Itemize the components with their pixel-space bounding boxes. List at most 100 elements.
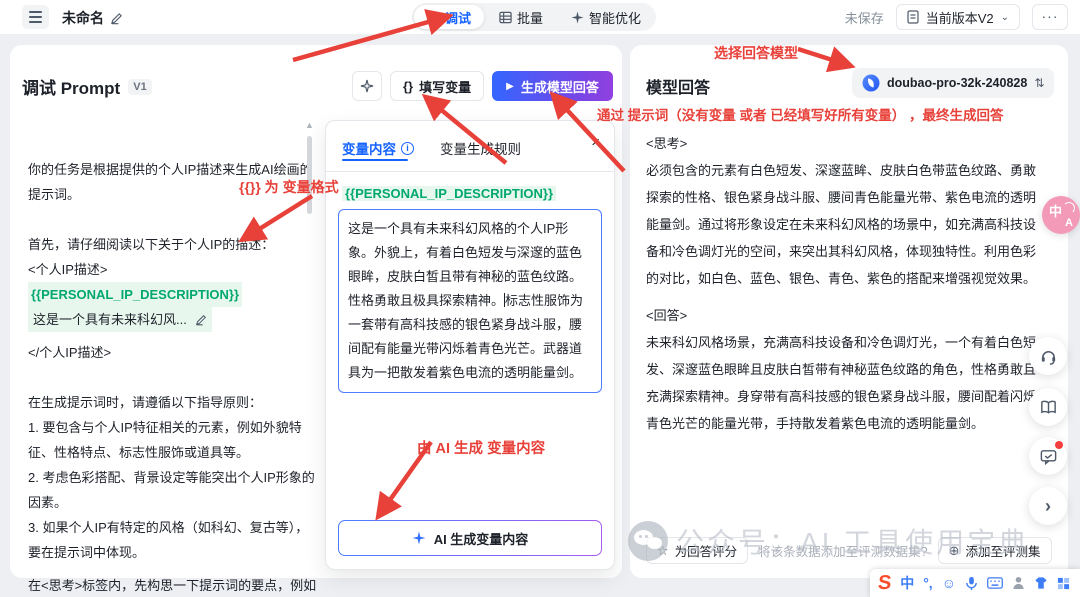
model-name: doubao-pro-32k-240828 — [887, 76, 1028, 90]
variable-preview-chip[interactable]: 这是一个具有未来科幻风... — [28, 307, 212, 332]
ime-emoji-icon[interactable]: ☺ — [942, 576, 956, 590]
prompt-panel-title: 调试 Prompt V1 — [22, 74, 152, 99]
braces-icon: {} — [403, 78, 414, 94]
swap-model-icon[interactable]: ⇅ — [1034, 76, 1044, 90]
tab-variable-rules[interactable]: 变量生成规则 — [440, 138, 521, 158]
generate-answer-label: 生成模型回答 — [520, 79, 599, 95]
answer-footer: ☆ 为回答评分 将该条数据添加至评测数据集? ⊕ 添加至评测集 — [646, 537, 1060, 564]
collapse-button[interactable]: › — [1029, 487, 1067, 525]
generate-answer-button[interactable]: ▶ 生成模型回答 — [492, 71, 613, 101]
think-text: 必须包含的元素有白色短发、深邃蓝眸、皮肤白色带蓝色纹路、勇敢探索的性格、银色紧身… — [646, 163, 1037, 286]
variable-value-textarea[interactable]: 这是一个具有未来科幻风格的个人IP形象。外貌上，有着白色短发与深邃的蓝色眼眸，皮… — [338, 209, 602, 393]
close-icon[interactable]: × — [591, 135, 600, 150]
notification-dot — [1055, 441, 1063, 449]
answer-panel-title: 模型回答 — [646, 80, 711, 97]
batch-grid-icon — [499, 11, 512, 23]
prompt-paragraph: 1. 要包含与个人IP特征相关的元素，例如外貌特征、性格特点、标志性服饰或道具等… — [28, 420, 302, 460]
tab-variable-content-label: 变量内容 — [342, 142, 396, 157]
scroll-up-icon[interactable]: ▲ — [305, 120, 314, 130]
feedback-bubble-icon — [1040, 449, 1056, 465]
feedback-button[interactable] — [1029, 437, 1067, 475]
variable-preview-text: 这是一个具有未来科幻风... — [33, 312, 187, 327]
sogou-logo-icon[interactable]: S — [877, 572, 893, 594]
prompt-paragraph: 在<思考>标签内，先构思一下提示词的要点，例如哪些元素是必须要包含的，如何体现个… — [28, 573, 320, 597]
sparkle-icon — [360, 79, 374, 93]
tab-debug[interactable]: 调试 — [414, 5, 485, 29]
chevron-down-icon: ⌄ — [1000, 11, 1009, 23]
ime-keyboard-icon[interactable] — [987, 577, 1003, 589]
tab-batch[interactable]: 批量 — [486, 5, 556, 29]
ime-mic-icon[interactable] — [965, 576, 978, 591]
translate-arrow-icon — [1063, 202, 1075, 214]
edit-title-icon[interactable] — [110, 12, 123, 25]
tab-variable-content[interactable]: 变量内容 i — [342, 138, 414, 158]
fill-variables-button[interactable]: {} 填写变量 — [390, 71, 485, 101]
edit-variable-icon[interactable] — [195, 314, 207, 326]
add-to-evalset-button[interactable]: ⊕ 添加至评测集 — [937, 537, 1052, 564]
prompt-version-badge: V1 — [128, 78, 152, 95]
version-label: 当前版本V2 — [925, 10, 994, 26]
unsaved-status: 未保存 — [844, 10, 884, 26]
translate-a-glyph: A — [1065, 217, 1073, 229]
ime-user-icon[interactable] — [1012, 576, 1025, 590]
add-icon: ⊕ — [948, 542, 960, 558]
prompt-paragraph: 2. 考虑色彩搭配、背景设定等能突出个人IP形象的因素。 — [28, 470, 315, 510]
rate-answer-label: 为回答评分 — [674, 545, 738, 559]
sparkle-icon — [571, 10, 584, 24]
model-selector[interactable]: doubao-pro-32k-240828 ⇅ — [852, 68, 1055, 98]
variables-panel-tabs: 变量内容 i 变量生成规则 × — [326, 121, 614, 161]
tabs-divider — [326, 171, 614, 172]
variable-token[interactable]: {{PERSONAL_IP_DESCRIPTION}} — [28, 282, 243, 307]
version-dropdown[interactable]: 当前版本V2 ⌄ — [895, 4, 1020, 30]
book-icon — [1040, 400, 1056, 414]
active-tab-underline — [342, 159, 408, 161]
support-button[interactable] — [1029, 337, 1067, 375]
add-to-evalset-label: 添加至评测集 — [965, 545, 1041, 559]
optimize-sparkle-button[interactable] — [352, 71, 382, 101]
prompt-tag-open: <个人IP描述> — [28, 262, 108, 277]
mode-tab-group: 调试 批量 智能优化 — [412, 3, 657, 31]
variables-panel: 变量内容 i 变量生成规则 × {{PERSONAL_IP_DESCRIPTIO… — [325, 120, 615, 570]
star-icon: ☆ — [657, 542, 669, 558]
prompt-scrollbar[interactable] — [307, 136, 312, 214]
play-icon: ▶ — [506, 80, 514, 92]
prompt-tag-close: </个人IP描述> — [28, 345, 112, 360]
info-icon[interactable]: i — [401, 141, 414, 155]
hamburger-menu-icon[interactable] — [22, 5, 49, 29]
app-window: 未命名 调试 批量 智能优化 未保存 当前版本V2 ⌄ ··· 调试 Promp… — [0, 0, 1080, 597]
document-title: 未命名 — [62, 8, 123, 28]
tab-variable-rules-label: 变量生成规则 — [440, 142, 521, 157]
tab-batch-label: 批量 — [517, 10, 544, 26]
prompt-paragraph: 你的任务是根据提供的个人IP描述来生成AI绘画的提示词。 — [28, 162, 313, 202]
docs-button[interactable] — [1029, 388, 1067, 426]
ime-toolbox-icon[interactable] — [1057, 577, 1070, 590]
prompt-paragraph: 3. 如果个人IP有特定的风格（如科幻、复古等），要在提示词中体现。 — [28, 520, 309, 560]
answer-text: 未来科幻风格场景，充满高科技设备和冷色调灯光，一个有着白色短发、深邃蓝色眼眸且皮… — [646, 335, 1037, 431]
prompt-paragraph: 在生成提示词时，请遵循以下指导原则： — [28, 395, 263, 410]
answer-tag: <回答> — [646, 308, 688, 323]
ime-skin-icon[interactable] — [1034, 576, 1048, 590]
topbar-right-controls: 未保存 当前版本V2 ⌄ ··· — [845, 4, 1068, 30]
variable-token: {{PERSONAL_IP_DESCRIPTION}} — [342, 186, 557, 201]
debug-pen-icon — [427, 12, 439, 24]
prompt-editor[interactable]: 你的任务是根据提供的个人IP描述来生成AI绘画的提示词。 首先，请仔细阅读以下关… — [28, 157, 320, 597]
sparkle-icon — [412, 531, 426, 545]
prompt-actions: {} 填写变量 ▶ 生成模型回答 — [352, 71, 613, 101]
doubao-logo-icon — [862, 74, 880, 92]
tab-smart-optimize[interactable]: 智能优化 — [558, 5, 654, 29]
headset-icon — [1041, 350, 1055, 365]
prompt-paragraph: 首先，请仔细阅读以下关于个人IP的描述： — [28, 237, 275, 252]
tab-smart-optimize-label: 智能优化 — [589, 10, 642, 26]
think-tag: <思考> — [646, 136, 688, 151]
ime-language-toggle[interactable]: 中 — [900, 576, 914, 590]
version-doc-icon — [907, 10, 919, 24]
translate-zh-glyph: 中 — [1049, 204, 1063, 219]
ai-generate-variables-button[interactable]: AI 生成变量内容 — [338, 520, 602, 556]
rate-answer-button[interactable]: ☆ 为回答评分 — [646, 537, 749, 564]
prompt-paragraph-text: 在<思考>标签内，先构思一下提示词的要点，例如哪些元素是必须要包含的，如何体现个… — [28, 578, 317, 593]
fill-variables-label: 填写变量 — [419, 79, 472, 95]
ime-punctuation-toggle[interactable]: °, — [923, 576, 933, 590]
translate-button[interactable]: 中 A — [1042, 196, 1080, 234]
ime-toolbar: S 中 °, ☺ — [869, 569, 1080, 597]
more-options-button[interactable]: ··· — [1032, 4, 1068, 30]
